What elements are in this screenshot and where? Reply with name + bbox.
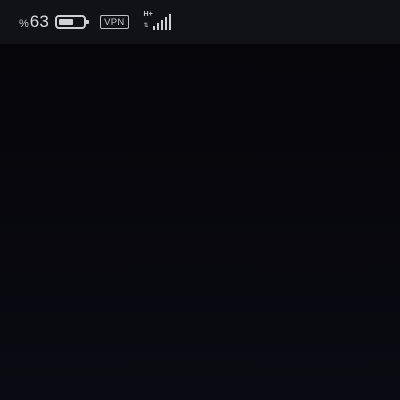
signal-bar <box>156 23 160 30</box>
signal-bar <box>160 20 164 30</box>
signal-bar <box>168 14 172 30</box>
battery-indicator: % 63 <box>19 12 90 32</box>
battery-percent-symbol: % <box>19 18 29 30</box>
signal-bar <box>152 26 156 30</box>
data-activity-icon: ⇅ <box>143 23 149 29</box>
network-type-label: H+ <box>143 11 153 18</box>
battery-tip <box>86 20 90 24</box>
signal-bar <box>164 17 168 30</box>
status-bar: % 63 VPN H+ ⇅ <box>0 0 400 44</box>
vpn-icon: VPN <box>100 15 129 29</box>
cellular-status: H+ ⇅ <box>143 11 175 33</box>
main-content-dark <box>0 44 400 400</box>
cellular-signal-icon <box>152 14 172 30</box>
battery-icon <box>55 15 90 29</box>
phone-screen: % 63 VPN H+ ⇅ <box>0 0 400 400</box>
battery-percent-value: 63 <box>29 12 50 31</box>
battery-fill <box>59 19 74 25</box>
